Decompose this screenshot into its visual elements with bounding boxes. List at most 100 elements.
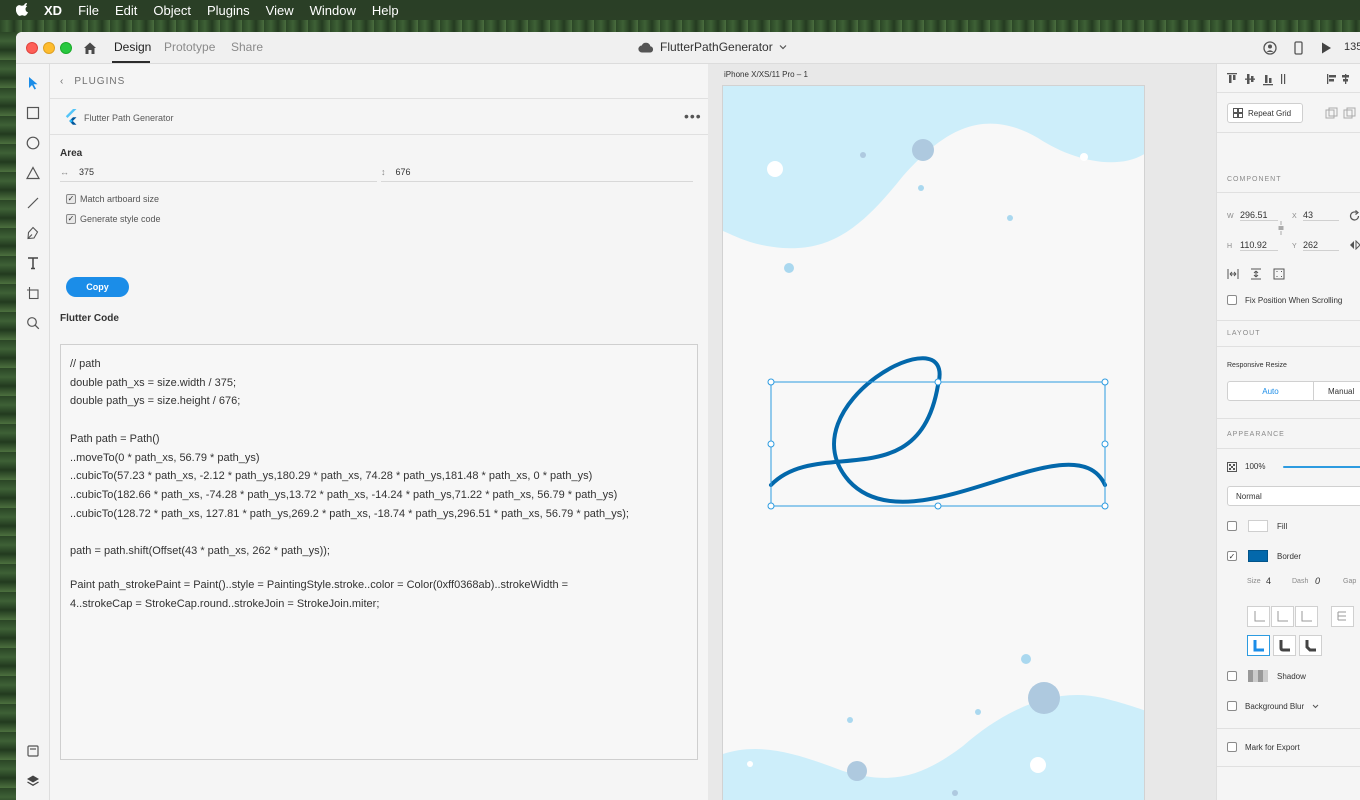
menu-object[interactable]: Object bbox=[153, 3, 191, 18]
shadow-color-swatch[interactable] bbox=[1248, 670, 1268, 682]
decorative-dot bbox=[847, 717, 853, 723]
ellipse-icon bbox=[26, 136, 40, 150]
checkbox-box bbox=[1227, 742, 1237, 752]
fill-checkbox[interactable] bbox=[1227, 521, 1237, 531]
opacity-slider[interactable] bbox=[1283, 466, 1360, 468]
background-blur-checkbox[interactable]: Background Blur bbox=[1227, 701, 1319, 711]
code-line: // path bbox=[70, 358, 101, 370]
checkbox-box bbox=[1227, 671, 1237, 681]
y-label: Y bbox=[1292, 243, 1297, 250]
menu-plugins[interactable]: Plugins bbox=[207, 3, 250, 18]
window-minimize-button[interactable] bbox=[43, 42, 55, 54]
code-output[interactable]: // path double path_xs = size.width / 37… bbox=[60, 344, 698, 760]
repeat-grid-button[interactable]: Repeat Grid bbox=[1227, 103, 1303, 123]
plugin-name: Flutter Path Generator bbox=[84, 113, 174, 123]
polygon-tool[interactable] bbox=[24, 164, 42, 182]
user-icon[interactable] bbox=[1262, 40, 1278, 56]
border-label: Border bbox=[1277, 552, 1302, 561]
artboard[interactable] bbox=[722, 85, 1145, 800]
lock-aspect-icon[interactable] bbox=[1277, 221, 1285, 235]
decorative-dot bbox=[747, 761, 753, 767]
width-field[interactable]: ↔ 375 bbox=[60, 162, 377, 182]
selection-handle bbox=[1101, 440, 1109, 448]
menu-window[interactable]: Window bbox=[310, 3, 356, 18]
window-maximize-button[interactable] bbox=[60, 42, 72, 54]
window-close-button[interactable] bbox=[26, 42, 38, 54]
height-field[interactable]: ↕ 676 bbox=[381, 162, 693, 182]
chevron-down-icon[interactable] bbox=[1312, 704, 1319, 709]
tab-prototype[interactable]: Prototype bbox=[164, 40, 215, 54]
shadow-checkbox[interactable] bbox=[1227, 671, 1237, 681]
decorative-dot bbox=[912, 139, 934, 161]
y-input[interactable]: 262 bbox=[1303, 240, 1339, 251]
design-canvas[interactable]: iPhone X/XS/11 Pro – 1 bbox=[708, 64, 1216, 800]
layers-panel-button[interactable] bbox=[24, 772, 42, 790]
menu-view[interactable]: View bbox=[266, 3, 294, 18]
opacity-icon bbox=[1227, 462, 1237, 472]
more-options-icon[interactable]: ••• bbox=[684, 108, 702, 124]
play-icon[interactable] bbox=[1318, 40, 1334, 56]
zoom-level[interactable]: 135 bbox=[1344, 41, 1360, 53]
distribute-icons[interactable] bbox=[1227, 268, 1291, 280]
blend-mode-select[interactable]: Normal bbox=[1227, 486, 1360, 506]
artboard-icon bbox=[27, 287, 39, 300]
ellipse-tool[interactable] bbox=[24, 134, 42, 152]
selection-box bbox=[770, 381, 1106, 507]
divider bbox=[1217, 132, 1360, 133]
mark-for-export-checkbox[interactable]: Mark for Export bbox=[1227, 742, 1300, 752]
select-tool[interactable] bbox=[24, 74, 42, 92]
triangle-icon bbox=[26, 166, 40, 180]
stroke-join-icons[interactable] bbox=[1247, 635, 1327, 657]
pen-tool[interactable] bbox=[24, 224, 42, 242]
artboard-label[interactable]: iPhone X/XS/11 Pro – 1 bbox=[724, 70, 808, 79]
line-tool[interactable] bbox=[24, 194, 42, 212]
text-tool[interactable] bbox=[24, 254, 42, 272]
height-arrows-icon: ↕ bbox=[381, 166, 386, 177]
component-header: COMPONENT bbox=[1227, 176, 1282, 183]
stroke-position-icons[interactable] bbox=[1247, 606, 1360, 628]
flip-horizontal-icon[interactable] bbox=[1349, 240, 1360, 250]
responsive-resize-label: Responsive Resize bbox=[1227, 362, 1287, 369]
fill-color-swatch[interactable] bbox=[1248, 520, 1268, 532]
menu-edit[interactable]: Edit bbox=[115, 3, 137, 18]
match-artboard-checkbox[interactable]: ✓ Match artboard size bbox=[66, 194, 159, 204]
artboard-artwork bbox=[723, 86, 1144, 800]
bottom-wave-shape bbox=[723, 694, 1144, 800]
dash-value[interactable]: 0 bbox=[1315, 576, 1320, 586]
zoom-tool[interactable] bbox=[24, 314, 42, 332]
document-title[interactable]: FlutterPathGenerator bbox=[638, 40, 787, 54]
tab-design[interactable]: Design bbox=[114, 40, 151, 54]
align-toolbar-icon[interactable] bbox=[1227, 72, 1360, 86]
menu-file[interactable]: File bbox=[78, 3, 99, 18]
border-color-swatch[interactable] bbox=[1248, 550, 1268, 562]
copy-button[interactable]: Copy bbox=[66, 277, 129, 297]
rotate-icon[interactable] bbox=[1349, 210, 1360, 222]
width-input[interactable]: 296.51 bbox=[1240, 210, 1278, 221]
opacity-value[interactable]: 100% bbox=[1245, 462, 1265, 471]
checkbox-box bbox=[1227, 701, 1237, 711]
border-size-value[interactable]: 4 bbox=[1266, 576, 1271, 586]
x-input[interactable]: 43 bbox=[1303, 210, 1339, 221]
width-value: 375 bbox=[79, 166, 95, 177]
auto-option[interactable]: Auto bbox=[1228, 382, 1314, 400]
menu-help[interactable]: Help bbox=[372, 3, 399, 18]
manual-option[interactable]: Manual bbox=[1314, 382, 1360, 400]
divider bbox=[1217, 766, 1360, 767]
code-line: double path_ys = size.height / 676; bbox=[70, 395, 241, 408]
rectangle-tool[interactable] bbox=[24, 104, 42, 122]
generate-style-checkbox[interactable]: ✓ Generate style code bbox=[66, 214, 161, 224]
plugins-back-button[interactable]: ‹ PLUGINS bbox=[60, 76, 125, 87]
boolean-ops-icon[interactable] bbox=[1325, 107, 1357, 119]
divider bbox=[1217, 320, 1360, 321]
menu-app-name[interactable]: XD bbox=[44, 3, 62, 18]
apple-icon[interactable] bbox=[16, 3, 30, 17]
tab-share[interactable]: Share bbox=[231, 40, 263, 54]
fix-position-checkbox[interactable]: Fix Position When Scrolling bbox=[1227, 295, 1342, 305]
home-icon[interactable] bbox=[82, 40, 98, 56]
height-input[interactable]: 110.92 bbox=[1240, 240, 1278, 251]
artboard-tool[interactable] bbox=[24, 284, 42, 302]
decorative-dot bbox=[1030, 757, 1046, 773]
assets-panel-button[interactable] bbox=[24, 742, 42, 760]
border-checkbox[interactable]: ✓ bbox=[1227, 551, 1237, 561]
device-preview-icon[interactable] bbox=[1290, 40, 1306, 56]
